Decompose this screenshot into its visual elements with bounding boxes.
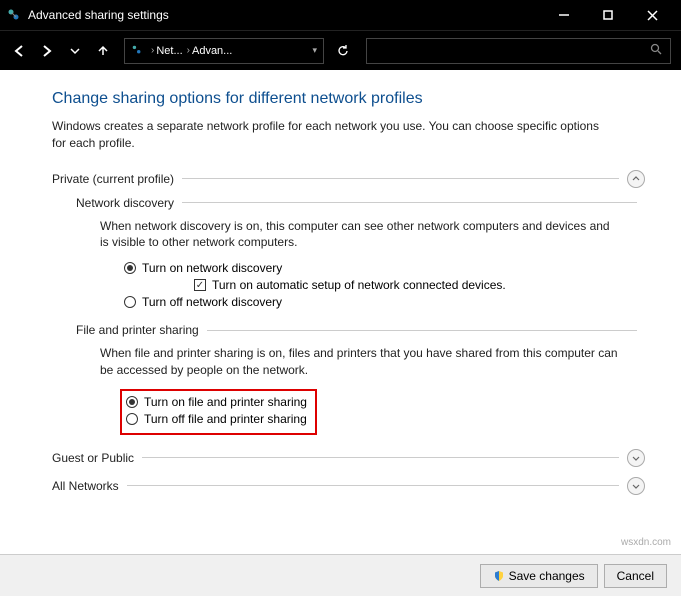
divider [142, 457, 619, 458]
window-controls [549, 5, 675, 25]
radio-label: Turn on file and printer sharing [144, 395, 307, 409]
file-printer-label: File and printer sharing [76, 323, 199, 337]
section-all-networks-header: All Networks [52, 477, 645, 495]
radio-label: Turn off network discovery [142, 295, 282, 309]
page-title: Change sharing options for different net… [52, 90, 645, 108]
save-changes-button[interactable]: Save changes [480, 564, 598, 588]
recent-dropdown-icon[interactable] [66, 42, 84, 60]
divider [182, 178, 619, 179]
close-button[interactable] [637, 5, 667, 25]
save-button-label: Save changes [509, 569, 585, 583]
radio-icon [126, 396, 138, 408]
checkbox-auto-setup[interactable]: ✓ Turn on automatic setup of network con… [194, 278, 645, 292]
breadcrumb-segment-2[interactable]: Advan... [192, 45, 232, 57]
network-discovery-description: When network discovery is on, this compu… [100, 218, 620, 252]
radio-icon [124, 296, 136, 308]
cancel-button-label: Cancel [617, 569, 654, 583]
refresh-button[interactable] [330, 38, 356, 64]
radio-label: Turn on network discovery [142, 261, 282, 275]
maximize-button[interactable] [593, 5, 623, 25]
shield-icon [493, 570, 505, 582]
navbar: › Net... › Advan... ▾ [0, 30, 681, 70]
search-icon [650, 43, 662, 58]
section-all-networks-label: All Networks [52, 479, 119, 493]
nav-arrows [10, 42, 112, 60]
radio-network-discovery-off[interactable]: Turn off network discovery [124, 295, 645, 309]
section-private-label: Private (current profile) [52, 172, 174, 186]
titlebar: Advanced sharing settings [0, 0, 681, 30]
chevron-right-icon: › [151, 45, 154, 56]
radio-icon [126, 413, 138, 425]
search-input[interactable] [366, 38, 671, 64]
network-discovery-label: Network discovery [76, 196, 174, 210]
expand-icon[interactable] [627, 449, 645, 467]
radio-network-discovery-on[interactable]: Turn on network discovery [124, 261, 645, 275]
radio-file-printer-off[interactable]: Turn off file and printer sharing [126, 412, 307, 426]
highlighted-options: Turn on file and printer sharing Turn of… [120, 389, 317, 435]
cancel-button[interactable]: Cancel [604, 564, 667, 588]
divider [182, 202, 637, 203]
app-icon [6, 7, 22, 23]
collapse-icon[interactable] [627, 170, 645, 188]
breadcrumb[interactable]: › Net... › Advan... ▾ [124, 38, 324, 64]
back-button[interactable] [10, 42, 28, 60]
checkbox-label: Turn on automatic setup of network conne… [212, 278, 506, 292]
file-printer-description: When file and printer sharing is on, fil… [100, 345, 620, 379]
up-button[interactable] [94, 42, 112, 60]
divider [207, 330, 637, 331]
radio-label: Turn off file and printer sharing [144, 412, 307, 426]
minimize-button[interactable] [549, 5, 579, 25]
expand-icon[interactable] [627, 477, 645, 495]
divider [127, 485, 619, 486]
file-printer-subsection: File and printer sharing When file and p… [76, 323, 645, 435]
section-guest-label: Guest or Public [52, 451, 134, 465]
breadcrumb-dropdown-icon[interactable]: ▾ [312, 45, 317, 56]
network-discovery-subsection: Network discovery When network discovery… [76, 196, 645, 310]
window-title: Advanced sharing settings [28, 8, 549, 22]
page-description: Windows creates a separate network profi… [52, 118, 612, 152]
checkbox-icon: ✓ [194, 279, 206, 291]
section-guest-header: Guest or Public [52, 449, 645, 467]
watermark: wsxdn.com [621, 537, 671, 548]
section-private-header: Private (current profile) [52, 170, 645, 188]
breadcrumb-segment-1[interactable]: Net... [156, 45, 182, 57]
radio-file-printer-on[interactable]: Turn on file and printer sharing [126, 395, 307, 409]
footer: Save changes Cancel [0, 554, 681, 596]
content-area: Change sharing options for different net… [0, 70, 681, 554]
chevron-right-icon: › [187, 45, 190, 56]
forward-button[interactable] [38, 42, 56, 60]
breadcrumb-icon [131, 44, 145, 58]
radio-icon [124, 262, 136, 274]
